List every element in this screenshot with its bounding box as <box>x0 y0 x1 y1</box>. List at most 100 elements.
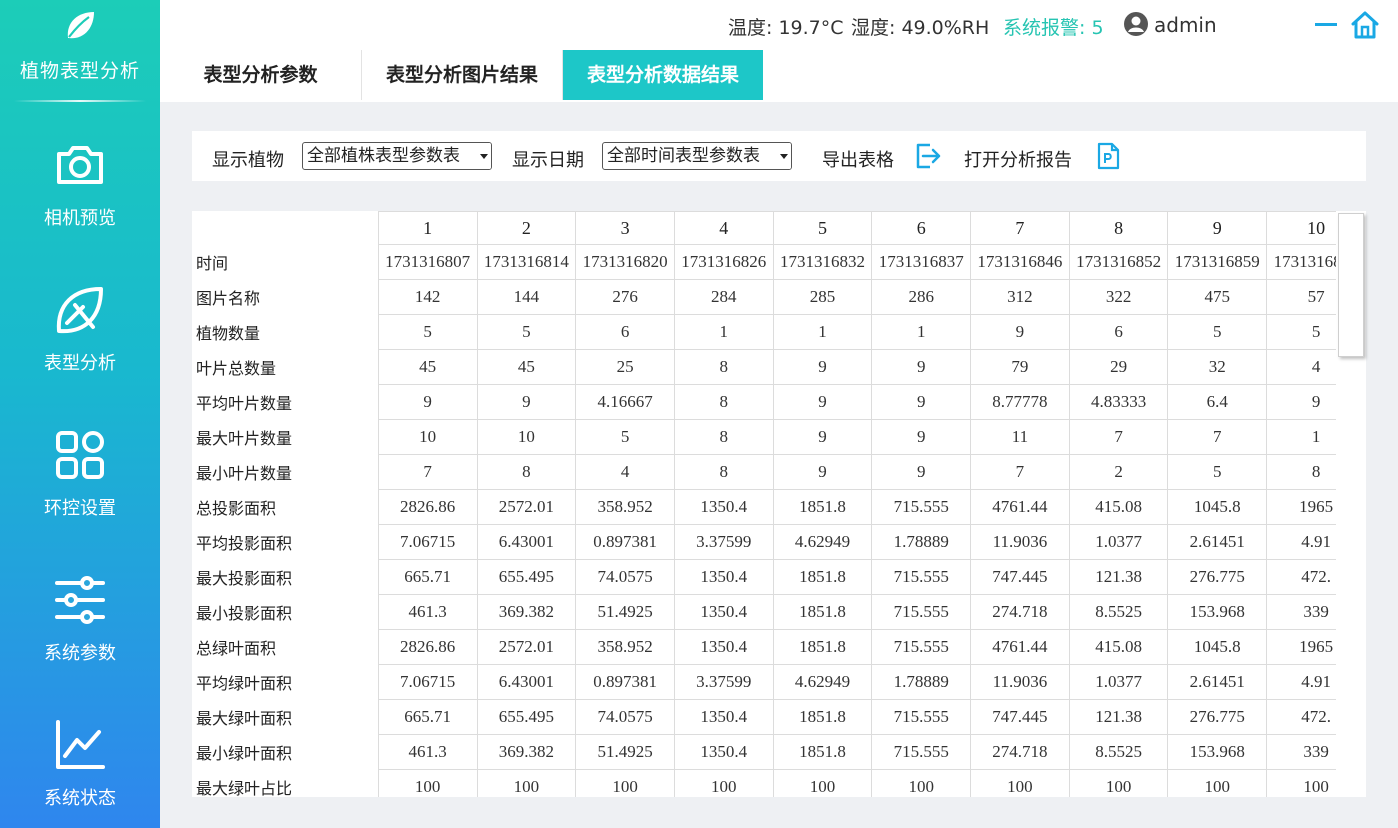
table-cell[interactable]: 9 <box>970 314 1070 350</box>
table-cell[interactable]: 715.555 <box>871 734 972 770</box>
table-cell[interactable]: 100 <box>476 769 577 797</box>
table-cell[interactable]: 32 <box>1167 349 1268 385</box>
table-cell[interactable]: 6.43001 <box>476 664 577 700</box>
table-cell[interactable]: 0.897381 <box>575 524 675 560</box>
table-cell[interactable]: 4761.44 <box>970 489 1070 525</box>
column-header[interactable]: 2 <box>476 211 577 245</box>
table-row[interactable]: 最大投影面积 665.71 655.495 74.0575 1350.4 1851.8 71… <box>192 559 1366 595</box>
table-cell[interactable]: 8.5525 <box>1068 734 1169 770</box>
table-cell[interactable]: 45 <box>377 349 478 385</box>
table-cell[interactable]: 274.718 <box>970 734 1070 770</box>
column-header[interactable]: 8 <box>1068 211 1169 245</box>
table-cell[interactable]: 29 <box>1068 349 1169 385</box>
nav-item-system-status[interactable]: 系统状态 <box>0 718 160 828</box>
table-row[interactable]: 平均绿叶面积 7.06715 6.43001 0.897381 3.37599 4.629… <box>192 664 1366 700</box>
table-cell[interactable]: 5 <box>575 419 675 455</box>
table-row[interactable]: 最小叶片数量 7 8 4 8 9 9 7 2 5 8 <box>192 454 1366 490</box>
table-cell[interactable]: 142 <box>377 279 478 315</box>
table-cell[interactable]: 100 <box>1167 769 1268 797</box>
table-cell[interactable]: 153.968 <box>1167 734 1268 770</box>
table-cell[interactable]: 665.71 <box>377 699 478 735</box>
table-cell[interactable]: 1731316807 <box>377 244 478 280</box>
column-header[interactable]: 3 <box>575 211 675 245</box>
table-row[interactable]: 叶片总数量 45 45 25 8 9 9 79 29 32 4 <box>192 349 1366 385</box>
table-cell[interactable]: 121.38 <box>1068 559 1169 595</box>
table-cell[interactable]: 5 <box>1167 454 1268 490</box>
table-cell[interactable]: 1 <box>673 314 774 350</box>
table-cell[interactable]: 153.968 <box>1167 594 1268 630</box>
table-cell[interactable]: 100 <box>871 769 972 797</box>
table-cell[interactable]: 45 <box>476 349 577 385</box>
table-cell[interactable]: 0.897381 <box>575 664 675 700</box>
table-cell[interactable]: 1851.8 <box>772 734 873 770</box>
table-cell[interactable]: 276.775 <box>1167 559 1268 595</box>
table-row[interactable]: 平均投影面积 7.06715 6.43001 0.897381 3.37599 4.629… <box>192 524 1366 560</box>
table-cell[interactable]: 461.3 <box>377 734 478 770</box>
table-cell[interactable]: 715.555 <box>871 594 972 630</box>
table-cell[interactable]: 747.445 <box>970 559 1070 595</box>
pdf-report-icon[interactable] <box>1094 142 1122 170</box>
table-cell[interactable]: 1 <box>871 314 972 350</box>
home-icon[interactable] <box>1350 10 1380 40</box>
export-icon[interactable] <box>914 142 942 170</box>
table-cell[interactable]: 4.62949 <box>772 664 873 700</box>
table-cell[interactable]: 747.445 <box>970 699 1070 735</box>
table-cell[interactable]: 715.555 <box>871 629 972 665</box>
table-cell[interactable]: 74.0575 <box>575 559 675 595</box>
system-alarm-count[interactable]: 系统报警: 5 <box>1003 13 1104 40</box>
table-cell[interactable]: 274.718 <box>970 594 1070 630</box>
table-cell[interactable]: 276.775 <box>1167 699 1268 735</box>
table-cell[interactable]: 9 <box>871 349 972 385</box>
table-cell[interactable]: 5 <box>1167 314 1268 350</box>
table-cell[interactable]: 2826.86 <box>377 629 478 665</box>
table-cell[interactable]: 100 <box>970 769 1070 797</box>
table-cell[interactable]: 285 <box>772 279 873 315</box>
table-row[interactable]: 总投影面积 2826.86 2572.01 358.952 1350.4 1851.8 71… <box>192 489 1366 525</box>
table-row[interactable]: 最小投影面积 461.3 369.382 51.4925 1350.4 1851.8 715… <box>192 594 1366 630</box>
table-cell[interactable]: 9 <box>871 384 972 420</box>
table-cell[interactable]: 100 <box>1068 769 1169 797</box>
table-cell[interactable]: 1731316859 <box>1167 244 1268 280</box>
nav-item-camera-preview[interactable]: 相机预览 <box>0 138 160 258</box>
table-cell[interactable]: 8 <box>673 384 774 420</box>
table-row[interactable]: 总绿叶面积 2826.86 2572.01 358.952 1350.4 1851.8 71… <box>192 629 1366 665</box>
table-cell[interactable]: 9 <box>772 419 873 455</box>
table-cell[interactable]: 9 <box>772 454 873 490</box>
table-cell[interactable]: 3.37599 <box>673 664 774 700</box>
table-row[interactable]: 最大绿叶占比 100 100 100 100 100 100 100 100 100 100 <box>192 769 1366 797</box>
table-cell[interactable]: 322 <box>1068 279 1169 315</box>
table-cell[interactable]: 144 <box>476 279 577 315</box>
table-cell[interactable]: 9 <box>772 349 873 385</box>
table-cell[interactable]: 1350.4 <box>673 629 774 665</box>
table-cell[interactable]: 7 <box>377 454 478 490</box>
table-cell[interactable]: 1851.8 <box>772 489 873 525</box>
table-row[interactable]: 最小绿叶面积 461.3 369.382 51.4925 1350.4 1851.8 715… <box>192 734 1366 770</box>
table-cell[interactable]: 312 <box>970 279 1070 315</box>
vertical-scrollbar[interactable] <box>1336 211 1366 797</box>
table-cell[interactable]: 715.555 <box>871 489 972 525</box>
table-cell[interactable]: 284 <box>673 279 774 315</box>
table-cell[interactable]: 1350.4 <box>673 594 774 630</box>
results-table-container[interactable]: 1 2 3 4 5 6 7 8 9 10 时间 1731316807 1731316814 173131… <box>192 211 1366 797</box>
table-cell[interactable]: 1350.4 <box>673 559 774 595</box>
table-cell[interactable]: 5 <box>377 314 478 350</box>
table-cell[interactable]: 4 <box>575 454 675 490</box>
tab-analysis-params[interactable]: 表型分析参数 <box>160 50 362 100</box>
table-cell[interactable]: 2572.01 <box>476 489 577 525</box>
table-cell[interactable]: 1.78889 <box>871 524 972 560</box>
table-cell[interactable]: 1851.8 <box>772 559 873 595</box>
table-cell[interactable]: 1.0377 <box>1068 664 1169 700</box>
table-cell[interactable]: 100 <box>377 769 478 797</box>
table-cell[interactable]: 79 <box>970 349 1070 385</box>
table-row[interactable]: 最大绿叶面积 665.71 655.495 74.0575 1350.4 1851.8 71… <box>192 699 1366 735</box>
table-cell[interactable]: 11.9036 <box>970 664 1070 700</box>
open-report-button[interactable]: 打开分析报告 <box>964 146 1072 172</box>
table-cell[interactable]: 1731316820 <box>575 244 675 280</box>
table-cell[interactable]: 74.0575 <box>575 699 675 735</box>
scrollbar-thumb[interactable] <box>1338 213 1364 357</box>
table-row[interactable]: 图片名称 142 144 276 284 285 286 312 322 475 57 <box>192 279 1366 315</box>
table-cell[interactable]: 25 <box>575 349 675 385</box>
table-cell[interactable]: 1731316837 <box>871 244 972 280</box>
table-cell[interactable]: 6.43001 <box>476 524 577 560</box>
table-cell[interactable]: 7 <box>1167 419 1268 455</box>
